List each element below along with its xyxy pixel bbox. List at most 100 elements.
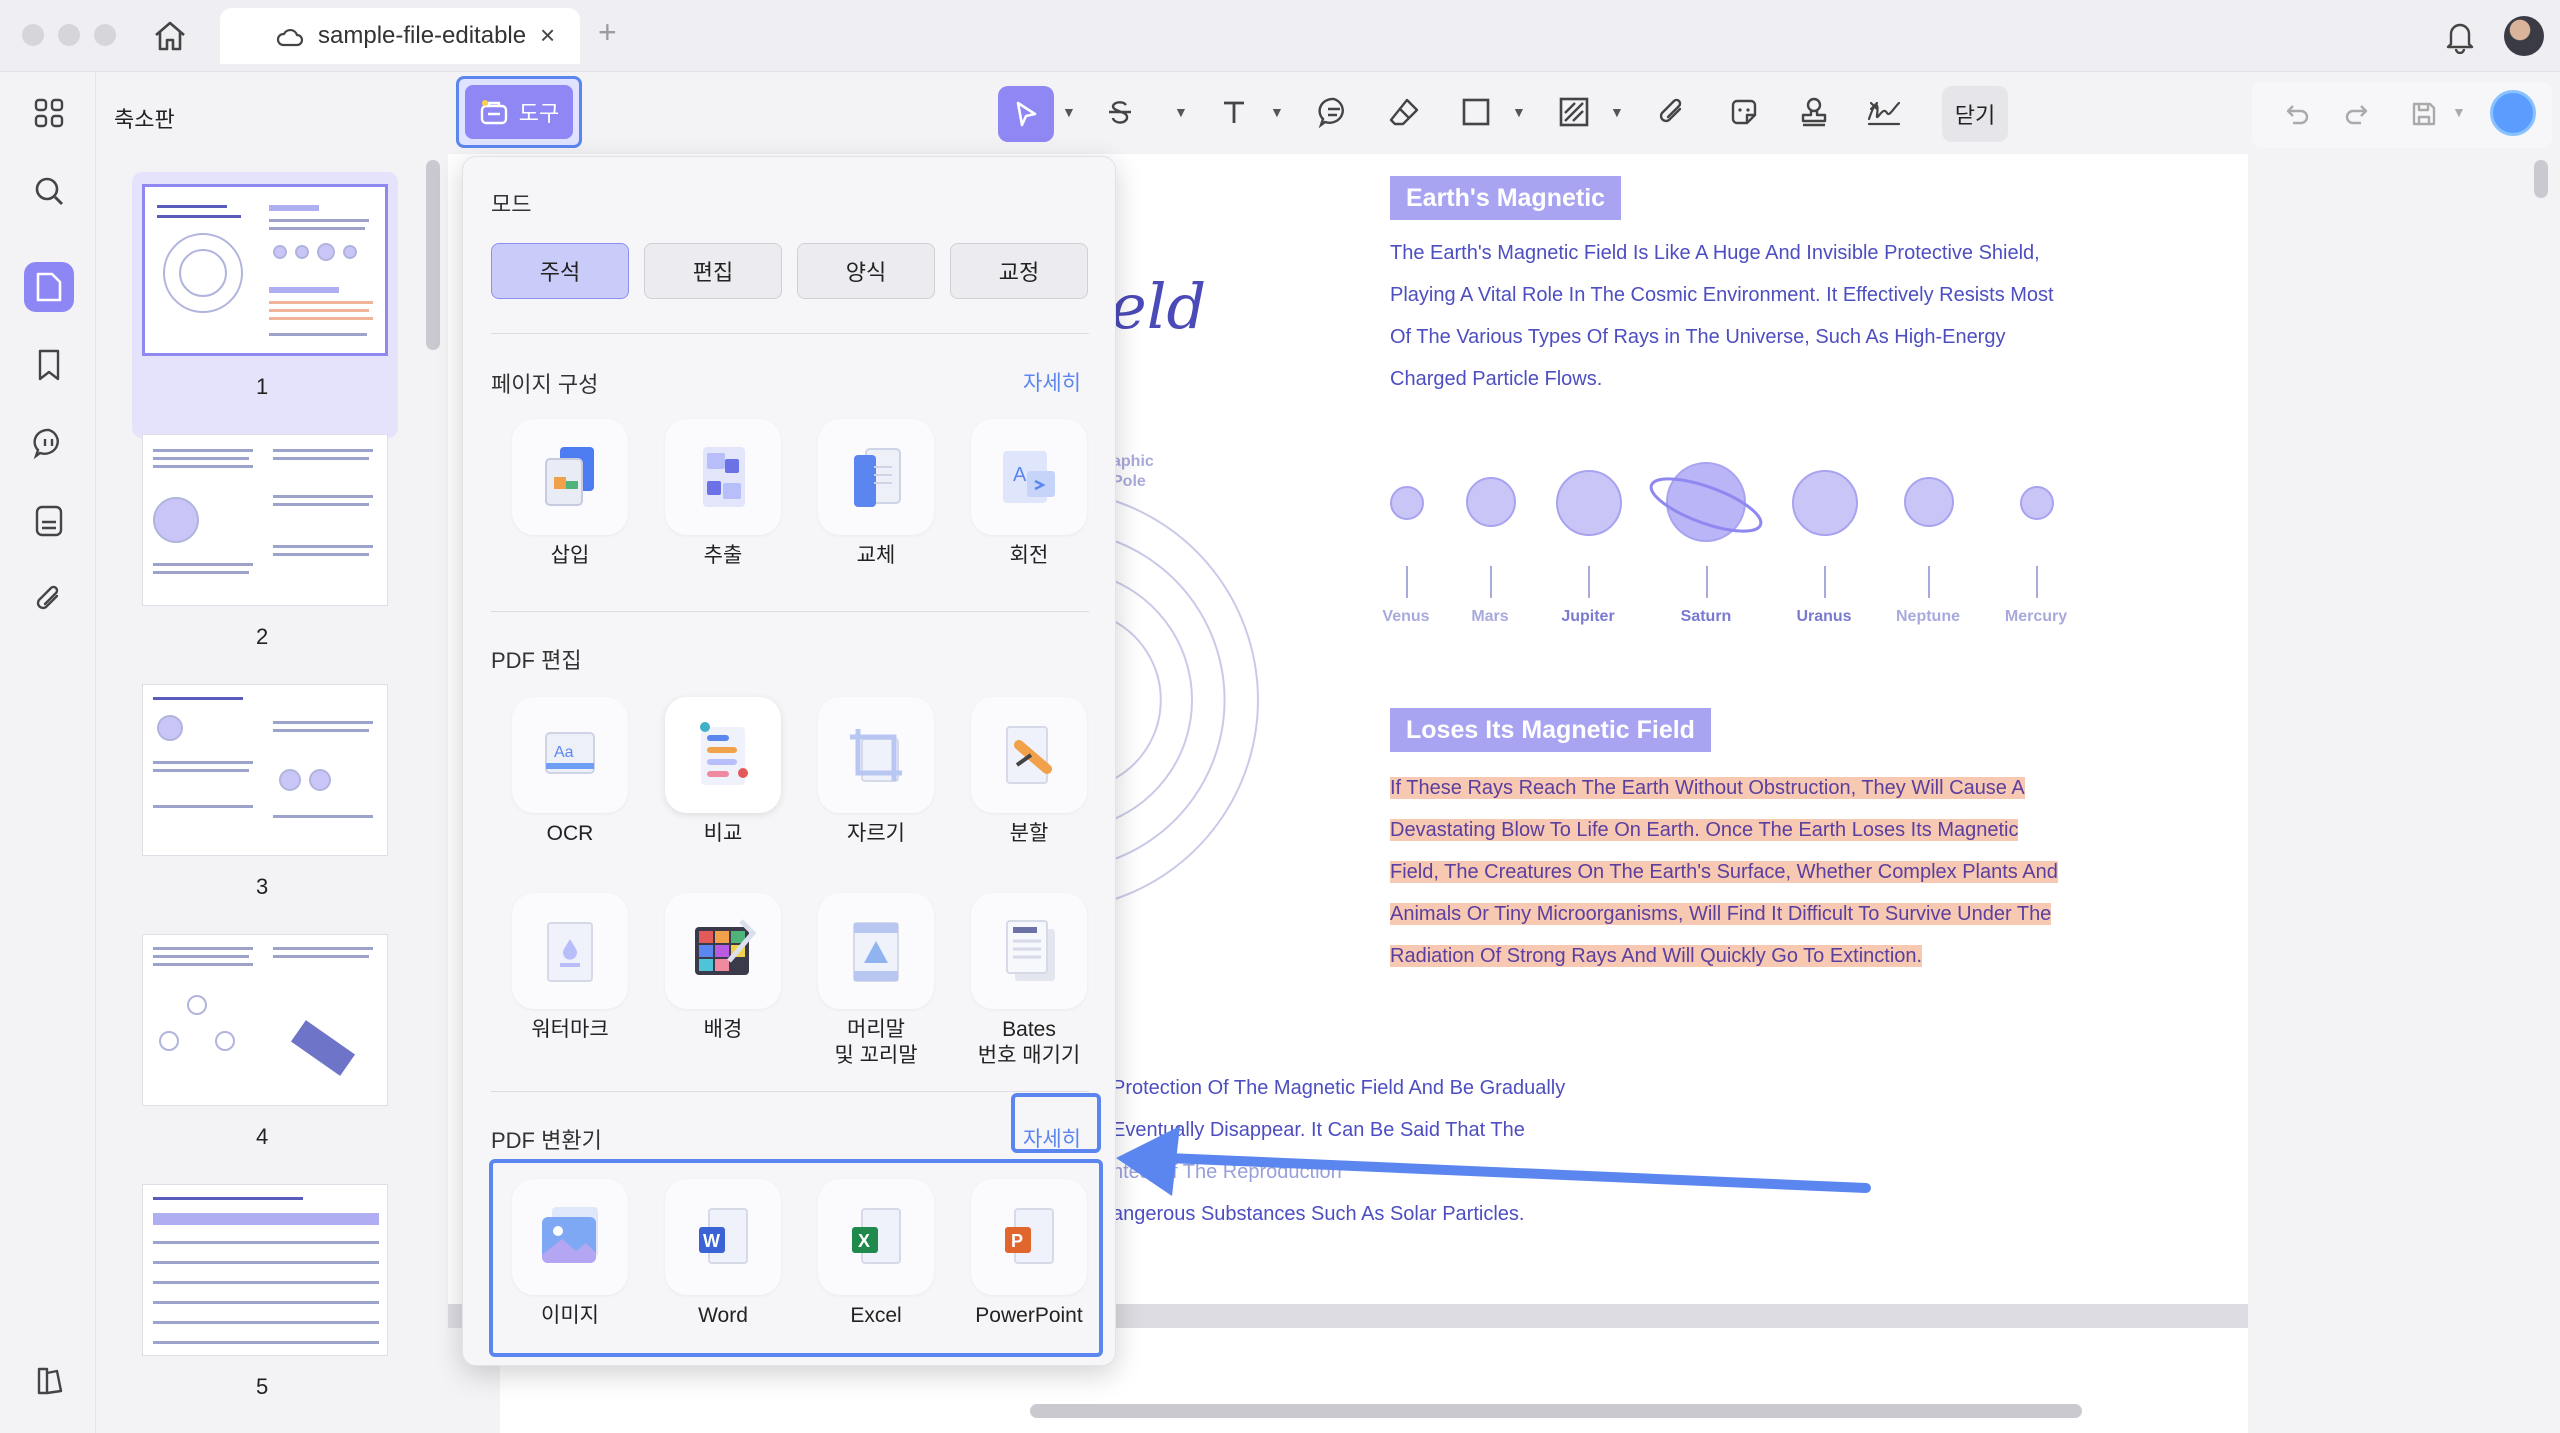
chevron-down-icon[interactable]: ▼ — [1512, 104, 1526, 120]
item-label: 자르기 — [847, 822, 905, 845]
home-icon[interactable] — [150, 18, 190, 54]
save-icon[interactable] — [2402, 92, 2446, 136]
header-footer-item[interactable]: 머리말 및 꼬리말 — [811, 893, 941, 1069]
extract-page-item[interactable]: 추출 — [658, 419, 788, 569]
page-thumbnail-2[interactable] — [142, 434, 388, 606]
thumbnail-scrollbar[interactable] — [426, 160, 440, 350]
item-label: 머리말 및 꼬리말 — [834, 1018, 918, 1067]
text-tool-icon[interactable] — [1212, 90, 1256, 134]
page-number-4: 4 — [256, 1124, 269, 1149]
planet-tick — [1588, 566, 1590, 598]
rectangle-shape-icon[interactable] — [1454, 90, 1498, 134]
rotate-page-item[interactable]: A 회전 — [964, 419, 1094, 569]
page-thumbnail-3[interactable] — [142, 684, 388, 856]
chevron-down-icon[interactable]: ▼ — [1174, 104, 1188, 120]
window-minimize-control[interactable] — [58, 24, 80, 46]
strikethrough-icon[interactable] — [1098, 90, 1142, 134]
page-number-5: 5 — [256, 1374, 269, 1399]
insert-page-item[interactable]: 삽입 — [505, 419, 635, 569]
document-vertical-scrollbar[interactable] — [2534, 160, 2548, 198]
form-fields-icon[interactable] — [24, 496, 74, 546]
sticker-icon[interactable] — [1722, 90, 1766, 134]
page-organization-more-link[interactable]: 자세히 — [1023, 367, 1081, 397]
chevron-down-icon[interactable]: ▼ — [1062, 104, 1076, 120]
planet-tick — [1490, 566, 1492, 598]
document-tab[interactable]: sample-file-editable × — [220, 8, 580, 64]
pdf-converter-title: PDF 변환기 — [491, 1128, 602, 1153]
convert-powerpoint-item[interactable]: P PowerPoint — [964, 1179, 1094, 1329]
attachment-icon[interactable] — [1650, 90, 1694, 134]
page-thumbnail-4[interactable] — [142, 934, 388, 1106]
undo-icon[interactable] — [2274, 92, 2318, 136]
item-label: 이미지 — [541, 1304, 599, 1327]
chevron-down-icon[interactable]: ▼ — [1610, 104, 1624, 120]
tools-button[interactable]: 도구 — [465, 85, 573, 139]
tools-button-highlight[interactable]: 도구 — [456, 76, 582, 148]
chevron-down-icon[interactable]: ▼ — [1270, 104, 1284, 120]
window-zoom-control[interactable] — [94, 24, 116, 46]
replace-page-item[interactable]: 교체 — [811, 419, 941, 569]
new-tab-button[interactable]: + — [598, 14, 617, 51]
item-label: 워터마크 — [531, 1018, 609, 1041]
section-heading-loses-magnetic-field: Loses Its Magnetic Field — [1390, 708, 1711, 752]
bates-numbering-item[interactable]: Bates 번호 매기기 — [964, 893, 1094, 1069]
window-close-control[interactable] — [22, 24, 44, 46]
tab-close-button[interactable]: × — [540, 20, 555, 51]
comment-icon[interactable] — [24, 418, 74, 468]
compare-item[interactable]: 비교 — [658, 697, 788, 847]
page-thumbnail-1[interactable] — [142, 184, 388, 356]
crop-item[interactable]: 자르기 — [811, 697, 941, 847]
highlighted-text-line[interactable]: Field, The Creatures On The Earth's Surf… — [1390, 861, 2058, 883]
converter-more-link[interactable]: 자세히 — [1023, 1123, 1081, 1153]
watermark-item[interactable]: 워터마크 — [505, 893, 635, 1043]
section-heading-earths-magnetic: Earth's Magnetic — [1390, 176, 1622, 220]
search-icon[interactable] — [24, 166, 74, 216]
bell-icon[interactable] — [2442, 18, 2478, 55]
avatar[interactable] — [2504, 16, 2544, 56]
mode-edit-button[interactable]: 편집 — [644, 243, 782, 299]
ai-assistant-icon[interactable] — [2490, 90, 2536, 136]
excel-file-icon: X — [818, 1179, 934, 1295]
convert-word-item[interactable]: W Word — [658, 1179, 788, 1329]
item-label: Bates 번호 매기기 — [977, 1018, 1081, 1067]
thumbnails-icon[interactable] — [24, 262, 74, 312]
bookmark-icon[interactable] — [24, 340, 74, 390]
apps-grid-icon[interactable] — [24, 88, 74, 138]
svg-text:X: X — [858, 1231, 870, 1251]
select-tool-button[interactable] — [998, 86, 1054, 142]
background-item[interactable]: 배경 — [658, 893, 788, 1043]
text-line: Charged Particle Flows. — [1390, 368, 1603, 390]
convert-excel-item[interactable]: X Excel — [811, 1179, 941, 1329]
text-line: Protection Of The Magnetic Field And Be … — [1112, 1077, 1566, 1099]
stamp-icon[interactable] — [1792, 90, 1836, 134]
close-tools-button[interactable]: 닫기 — [1942, 86, 2008, 142]
split-item[interactable]: 분할 — [964, 697, 1094, 847]
area-highlight-icon[interactable] — [1552, 90, 1596, 134]
mode-annotate-button[interactable]: 주석 — [491, 243, 629, 299]
svg-text:W: W — [703, 1231, 720, 1251]
item-label: Excel — [850, 1304, 902, 1327]
mode-proofread-button[interactable]: 교정 — [950, 243, 1088, 299]
planet-label: Jupiter — [1561, 608, 1615, 625]
redo-icon[interactable] — [2336, 92, 2380, 136]
highlighted-text-line[interactable]: Radiation Of Strong Rays And Will Quickl… — [1390, 945, 1923, 967]
mode-form-button[interactable]: 양식 — [797, 243, 935, 299]
eraser-icon[interactable] — [1382, 90, 1426, 134]
highlighted-text-line[interactable]: If These Rays Reach The Earth Without Ob… — [1390, 777, 2025, 799]
text-line: Of The Various Types Of Rays in The Univ… — [1390, 326, 2006, 348]
item-label: 추출 — [703, 544, 743, 567]
attachment-icon[interactable] — [24, 574, 74, 624]
signature-icon[interactable] — [1862, 90, 1906, 134]
page-thumbnail-5[interactable] — [142, 1184, 388, 1356]
compare-icon — [665, 697, 781, 813]
highlighted-text-line[interactable]: Devastating Blow To Life On Earth. Once … — [1390, 819, 2019, 841]
document-horizontal-scrollbar[interactable] — [1030, 1404, 2082, 1418]
convert-image-item[interactable]: 이미지 — [505, 1179, 635, 1329]
ocr-item[interactable]: Aa OCR — [505, 697, 635, 847]
panel-toggle-icon[interactable] — [24, 1356, 74, 1406]
thumbnail-panel-title: 축소판 — [114, 107, 175, 132]
highlighted-text-line[interactable]: Animals Or Tiny Microorganisms, Will Fin… — [1390, 903, 2052, 925]
chevron-down-icon[interactable]: ▼ — [2452, 104, 2466, 120]
text-comment-icon[interactable] — [1312, 90, 1356, 134]
planet-jupiter — [1556, 470, 1622, 536]
